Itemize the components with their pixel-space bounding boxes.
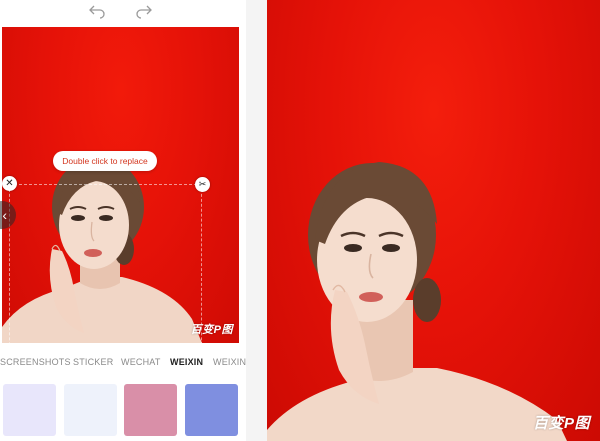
- replace-hint: Double click to replace: [53, 151, 157, 171]
- tab-sticker[interactable]: STICKER: [73, 357, 113, 367]
- panel-divider: [246, 0, 267, 441]
- history-toolbar: [0, 0, 246, 24]
- category-tabs: SCREENSHOTS STICKER WECHAT WEIXIN WEIXIN: [0, 357, 246, 375]
- preview-portrait-image: [267, 162, 567, 441]
- tab-weixin[interactable]: WEIXIN: [170, 357, 203, 367]
- preview-panel: 百变P图: [267, 0, 600, 441]
- preview-watermark-logo: 百变P图: [532, 415, 590, 432]
- editor-panel: Double click to replace ✕ ✂ 百变P图 ‹ SCREE…: [0, 0, 246, 441]
- swatch-pale-blue[interactable]: [64, 384, 117, 436]
- scissors-icon[interactable]: ✂: [195, 177, 210, 192]
- tab-screenshots[interactable]: SCREENSHOTS: [0, 357, 71, 367]
- redo-icon[interactable]: [135, 3, 153, 19]
- tab-wechat[interactable]: WECHAT: [121, 357, 161, 367]
- selection-frame[interactable]: [9, 184, 202, 343]
- watermark-logo: 百变P图: [190, 324, 233, 336]
- photo-canvas[interactable]: Double click to replace ✕ ✂ 百变P图: [2, 27, 239, 343]
- close-icon[interactable]: ✕: [2, 176, 17, 191]
- swatch-pink[interactable]: [124, 384, 177, 436]
- background-swatches: [0, 384, 246, 441]
- swatch-periwinkle[interactable]: [185, 384, 238, 436]
- undo-icon[interactable]: [88, 3, 106, 19]
- swatch-lavender[interactable]: [3, 384, 56, 436]
- tab-weixin-2[interactable]: WEIXIN: [213, 357, 246, 367]
